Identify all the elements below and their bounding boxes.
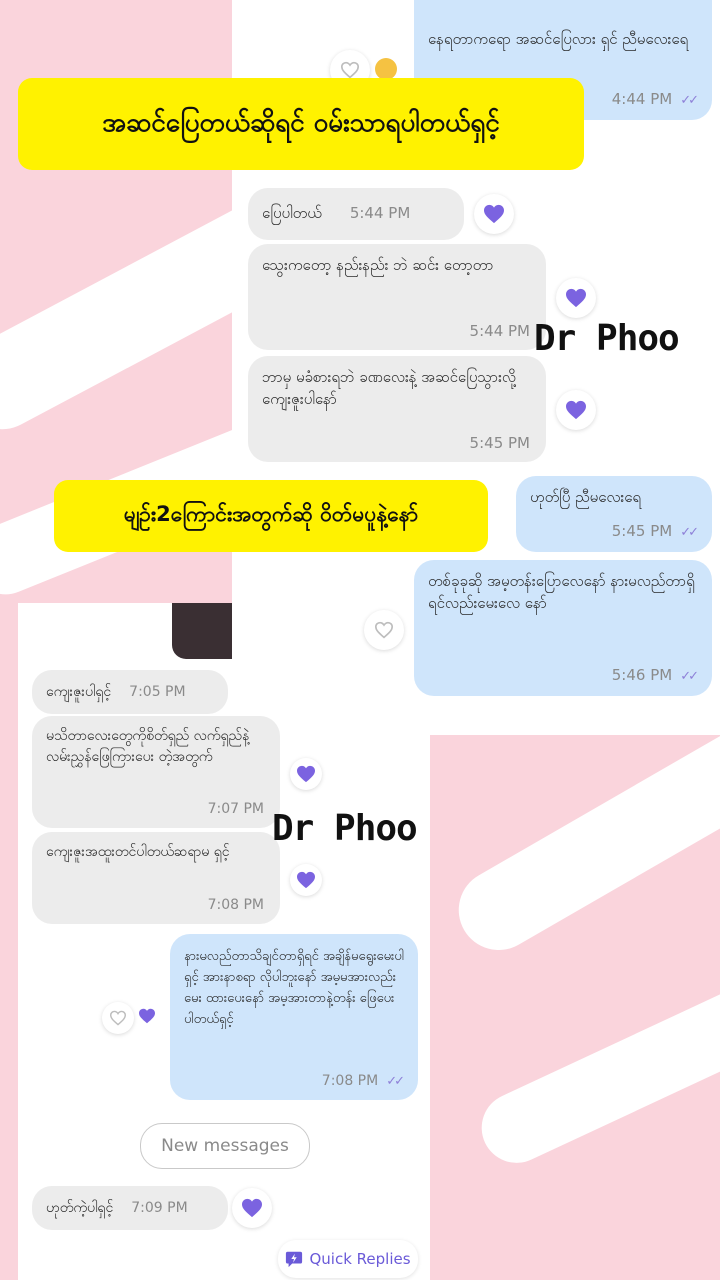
quick-replies-button[interactable]: Quick Replies <box>278 1240 418 1278</box>
message-text: ဘာမှ မခံစားရဘဲ ခဏလေးနဲ့ အဆင်ပြေသွားလို့ … <box>262 368 516 408</box>
message-text: ကျေးဇူးအထူးတင်ပါတယ်ဆရာမ ရှင့် <box>46 844 230 860</box>
incoming-message: ပြေပါတယ် 5:44 PM <box>248 188 464 240</box>
double-check-icon: ✓✓ <box>386 1074 405 1089</box>
headline-banner: အဆင်ပြေတယ်ဆိုရင် ဝမ်းသာရပါတယ်ရှင့် <box>18 78 584 170</box>
double-check-icon: ✓✓ <box>680 93 699 108</box>
heart-icon <box>242 1198 262 1218</box>
react-button[interactable] <box>102 1002 134 1034</box>
heart-reaction[interactable] <box>474 194 514 234</box>
heart-reaction[interactable] <box>290 864 322 896</box>
outgoing-message: တစ်ခုခုဆို အမ့တန်းပြောလေနော် နားမလည်တာရှ… <box>414 560 712 696</box>
heart-outline-icon <box>340 61 360 79</box>
incoming-message: ဟုတ်ကဲ့ပါရှင့် 7:09 PM <box>32 1186 228 1230</box>
message-time: 5:45 PM ✓✓ <box>611 522 699 540</box>
brush-streak <box>470 975 720 1175</box>
message-text: ကျေးဇူးပါရှင့် <box>46 684 112 700</box>
double-check-icon: ✓✓ <box>680 669 699 684</box>
message-time: 7:08 PM <box>207 897 264 913</box>
caption-banner: မျဉ်း2ကြောင်းအတွက်ဆို ဝိတ်မပူနဲ့နော် <box>54 480 488 552</box>
watermark: Dr Phoo <box>272 808 418 849</box>
heart-icon <box>566 288 586 308</box>
heart-icon <box>139 1008 155 1024</box>
message-text: သွေးကတော့ နည်းနည်း ဘဲ ဆင်း တော့တာ <box>262 256 494 274</box>
heart-icon <box>566 400 586 420</box>
heart-icon <box>297 765 315 783</box>
brush-streak <box>444 715 720 965</box>
incoming-message: ကျေးဇူးပါရှင့် 7:05 PM <box>32 670 228 714</box>
quick-replies-icon <box>286 1251 303 1268</box>
incoming-message: သွေးကတော့ နည်းနည်း ဘဲ ဆင်း တော့တာ 5:44 P… <box>248 244 546 350</box>
incoming-message: ဘာမှ မခံစားရဘဲ ခဏလေးနဲ့ အဆင်ပြေသွားလို့ … <box>248 356 546 462</box>
message-time: 7:09 PM <box>131 1200 188 1216</box>
message-time: 5:44 PM <box>349 204 411 222</box>
react-button[interactable] <box>364 610 404 650</box>
heart-icon <box>297 871 315 889</box>
watermark: Dr Phoo <box>534 318 680 359</box>
message-text: မသိတာလေးတွေကိုစိတ်ရှည် လက်ရှည်နဲ့လမ်းညွှ… <box>46 728 250 765</box>
new-messages-label: New messages <box>161 1136 289 1156</box>
photo-thumbnail[interactable] <box>172 603 232 659</box>
incoming-message: မသိတာလေးတွေကိုစိတ်ရှည် လက်ရှည်နဲ့လမ်းညွှ… <box>32 716 280 828</box>
message-time: 5:46 PM ✓✓ <box>611 666 699 684</box>
heart-outline-icon <box>109 1010 127 1026</box>
outgoing-message: ဟုတ်ပြီ ညီမလေးရေ 5:45 PM ✓✓ <box>516 476 712 552</box>
caption-text: မျဉ်း2ကြောင်းအတွက်ဆို ဝိတ်မပူနဲ့နော် <box>123 501 419 526</box>
message-text: ဟုတ်ပြီ ညီမလေးရေ <box>530 488 641 506</box>
headline-text: အဆင်ပြေတယ်ဆိုရင် ဝမ်းသာရပါတယ်ရှင့် <box>102 107 500 138</box>
message-text: တစ်ခုခုဆို အမ့တန်းပြောလေနော် နားမလည်တာရှ… <box>428 572 695 612</box>
message-text: ဟုတ်ကဲ့ပါရှင့် <box>46 1200 114 1216</box>
message-text: နေရတာကရော အဆင်ပြေလား ရှင် ညီမလေးရေ <box>428 30 689 48</box>
heart-reaction[interactable] <box>290 758 322 790</box>
message-time: 7:08 PM ✓✓ <box>321 1073 405 1089</box>
message-time: 7:07 PM <box>207 801 264 817</box>
heart-reaction[interactable] <box>232 1188 272 1228</box>
message-time: 4:44 PM ✓✓ <box>611 90 699 108</box>
quick-replies-label: Quick Replies <box>309 1250 411 1268</box>
new-messages-button[interactable]: New messages <box>140 1123 310 1169</box>
heart-icon <box>484 204 504 224</box>
message-time: 5:44 PM <box>469 322 530 340</box>
heart-outline-icon <box>374 621 394 639</box>
heart-reaction[interactable] <box>556 278 596 318</box>
thumbs-up-icon <box>375 58 397 80</box>
message-time: 7:05 PM <box>129 684 186 700</box>
message-text: ပြေပါတယ် <box>262 204 322 222</box>
message-time: 5:45 PM <box>469 434 530 452</box>
outgoing-message: နားမလည်တာသိချင်တာရှိရင် အချိန်မရွေးမေးပါ… <box>170 934 418 1100</box>
heart-reaction[interactable] <box>556 390 596 430</box>
message-text: နားမလည်တာသိချင်တာရှိရင် အချိန်မရွေးမေးပါ… <box>184 949 404 1027</box>
incoming-message: ကျေးဇူးအထူးတင်ပါတယ်ဆရာမ ရှင့် 7:08 PM <box>32 832 280 924</box>
double-check-icon: ✓✓ <box>680 525 699 540</box>
